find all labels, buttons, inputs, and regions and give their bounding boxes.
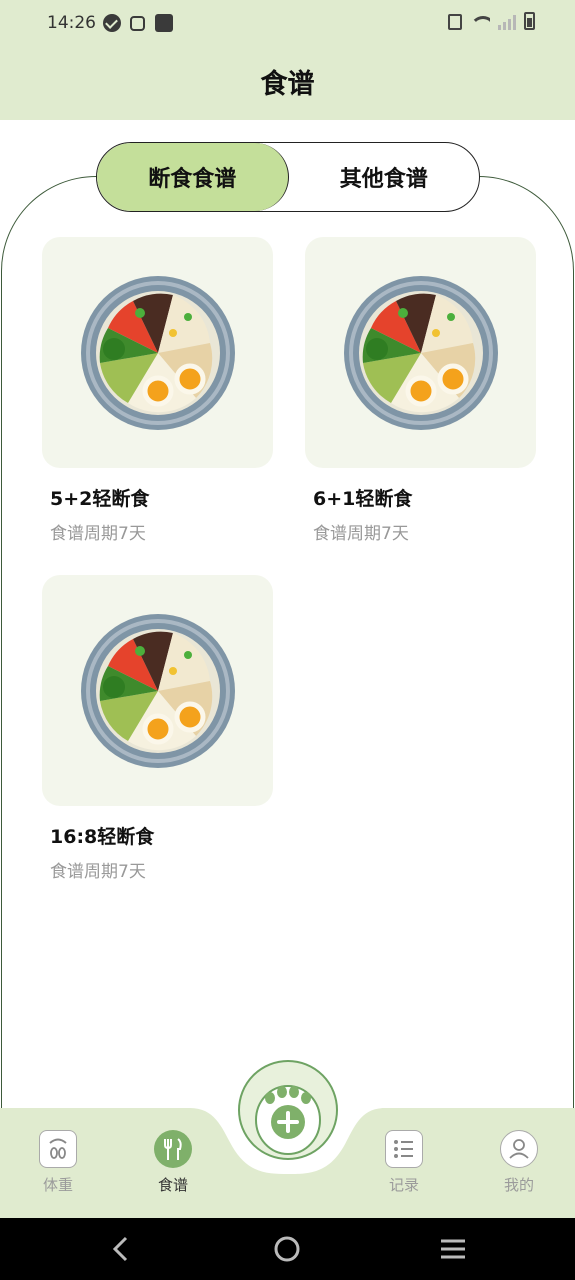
add-record-button[interactable] (238, 1060, 338, 1160)
recipe-title: 6+1轻断食 (313, 488, 413, 510)
recipe-card[interactable]: 6+1轻断食 食谱周期7天 (305, 237, 536, 544)
status-icons (448, 12, 535, 30)
nav-label: 记录 (388, 1176, 419, 1194)
wifi-icon (470, 14, 490, 30)
nav-item-records[interactable]: 记录 (369, 1130, 439, 1195)
back-icon[interactable] (106, 1234, 136, 1264)
nav-label: 食谱 (157, 1176, 188, 1194)
app-header: 14:26 食谱 (0, 0, 575, 120)
recipe-cycle: 食谱周期7天 (50, 524, 146, 544)
nav-item-profile[interactable]: 我的 (484, 1130, 554, 1195)
recipe-cycle: 食谱周期7天 (50, 862, 146, 882)
check-circle-icon (103, 14, 121, 32)
paw-add-icon (255, 1085, 321, 1155)
nav-item-recipes[interactable]: 食谱 (138, 1130, 208, 1195)
recipe-card[interactable]: 5+2轻断食 食谱周期7天 (42, 237, 273, 544)
notification-icon (130, 16, 145, 31)
recipe-tabs: 断食食谱 其他食谱 (96, 142, 480, 212)
recipe-title: 5+2轻断食 (50, 488, 150, 510)
salad-bowl-image (42, 575, 273, 806)
vibrate-icon (448, 14, 462, 30)
tab-fasting-recipes[interactable]: 断食食谱 (97, 143, 289, 211)
home-icon[interactable] (272, 1234, 302, 1264)
nav-item-weight[interactable]: 体重 (23, 1130, 93, 1195)
system-nav-bar (0, 1218, 575, 1280)
page-title: 食谱 (260, 69, 315, 100)
battery-icon (524, 12, 535, 30)
image-icon (155, 14, 173, 32)
recipe-card[interactable]: 16:8轻断食 食谱周期7天 (42, 575, 273, 882)
nav-label: 体重 (42, 1176, 73, 1194)
profile-icon (500, 1130, 538, 1168)
cutlery-icon (154, 1130, 192, 1168)
tab-other-recipes[interactable]: 其他食谱 (289, 143, 480, 211)
recipe-title: 16:8轻断食 (50, 826, 155, 848)
signal-icon (498, 14, 516, 30)
nav-label: 我的 (503, 1176, 534, 1194)
menu-icon[interactable] (438, 1234, 468, 1264)
scale-icon (39, 1130, 77, 1168)
salad-bowl-image (305, 237, 536, 468)
salad-bowl-image (42, 237, 273, 468)
list-icon (385, 1130, 423, 1168)
status-time: 14:26 (47, 13, 96, 33)
recipe-cycle: 食谱周期7天 (313, 524, 409, 544)
